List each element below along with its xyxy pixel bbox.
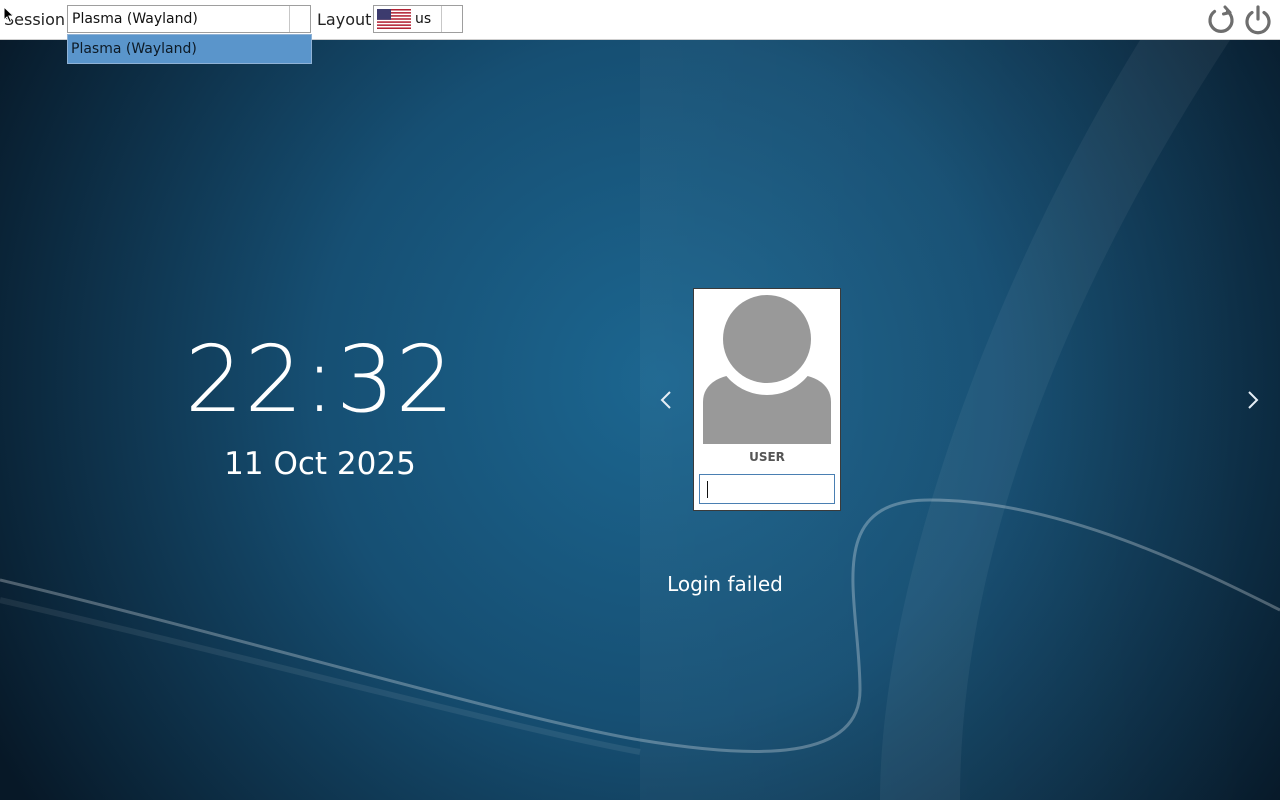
mouse-pointer-icon <box>3 6 15 24</box>
layout-select-value: us <box>415 11 432 27</box>
previous-user-icon[interactable] <box>656 388 676 412</box>
power-icon[interactable] <box>1242 4 1274 36</box>
login-status-message: Login failed <box>667 572 783 596</box>
layout-select[interactable]: us <box>373 5 463 33</box>
username-label: USER <box>749 450 785 464</box>
password-input[interactable] <box>699 474 835 504</box>
session-select-value: Plasma (Wayland) <box>72 11 198 27</box>
session-option-plasma-wayland[interactable]: Plasma (Wayland) <box>71 41 197 57</box>
user-avatar-icon <box>703 294 831 444</box>
session-select-arrow[interactable] <box>289 6 310 32</box>
clock-time: 22:32 <box>184 326 456 433</box>
layout-select-arrow[interactable] <box>441 6 462 32</box>
layout-label: Layout <box>317 10 372 29</box>
session-select[interactable]: Plasma (Wayland) <box>67 5 311 33</box>
next-user-icon[interactable] <box>1243 388 1263 412</box>
clock-date: 11 Oct 2025 <box>224 446 416 482</box>
us-flag-icon <box>377 9 411 29</box>
session-dropdown: Plasma (Wayland) <box>67 34 312 64</box>
reboot-icon[interactable] <box>1205 4 1237 36</box>
text-caret <box>707 481 708 498</box>
user-card[interactable]: USER <box>693 288 841 511</box>
